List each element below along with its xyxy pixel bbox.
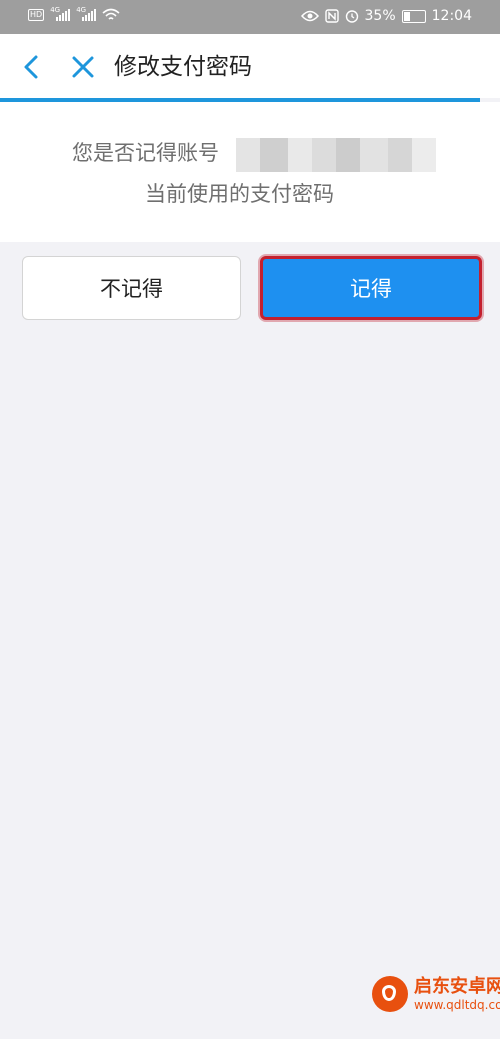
status-right: 35% 12:04 [300,8,472,24]
hd-icon: HD [28,9,45,21]
signal-icon-2: 4G [76,6,97,21]
prompt-question: 您是否记得账号 [72,141,219,165]
masked-account-number [236,138,436,172]
status-left: HD 4G 4G [28,6,120,22]
back-button[interactable] [16,52,46,82]
prompt-question-continued: 当前使用的支付密码 [145,182,334,206]
network-type-label: 4G [50,6,61,14]
signal-icon: 4G [50,6,71,21]
page-title: 修改支付密码 [114,54,252,80]
close-button[interactable] [68,52,98,82]
eye-icon [300,10,319,22]
watermark-name: 启东安卓网 [414,976,500,997]
remember-button[interactable]: 记得 [260,256,482,320]
prompt-panel: 您是否记得账号 当前使用的支付密码 [0,102,500,242]
battery-percent: 35% [364,8,396,24]
status-bar: HD 4G 4G 35% 12:04 [0,0,500,34]
nav-bar: 修改支付密码 [0,34,500,98]
battery-icon [401,9,426,23]
alarm-icon [345,10,358,23]
watermark-logo [372,976,408,1012]
close-icon [72,56,94,78]
clock: 12:04 [431,8,472,24]
not-remember-button[interactable]: 不记得 [22,256,241,320]
chevron-left-icon [24,55,38,79]
site-watermark: 启东安卓网 www.qdltdq.com [372,976,500,1012]
watermark-url: www.qdltdq.com [414,998,500,1012]
network-type-label-2: 4G [76,6,87,14]
nfc-icon [324,9,339,23]
wifi-icon [102,8,120,20]
